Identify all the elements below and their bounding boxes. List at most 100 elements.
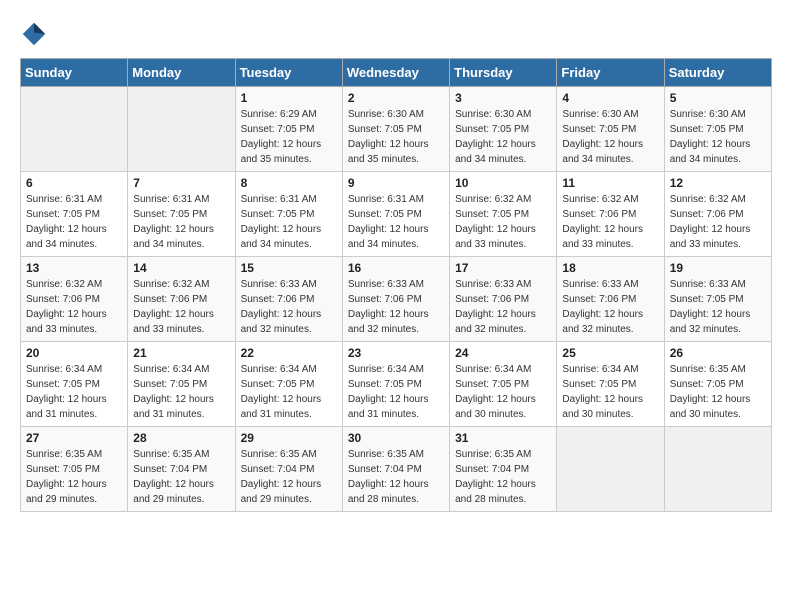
day-number: 11 [562,176,658,190]
calendar-header-row: SundayMondayTuesdayWednesdayThursdayFrid… [21,59,772,87]
day-number: 21 [133,346,229,360]
day-info: Sunrise: 6:33 AMSunset: 7:06 PMDaylight:… [241,277,337,337]
calendar-week-2: 6Sunrise: 6:31 AMSunset: 7:05 PMDaylight… [21,172,772,257]
day-info: Sunrise: 6:31 AMSunset: 7:05 PMDaylight:… [133,192,229,252]
page-header [20,20,772,48]
day-number: 13 [26,261,122,275]
calendar-cell: 20Sunrise: 6:34 AMSunset: 7:05 PMDayligh… [21,342,128,427]
calendar-cell: 14 Sunrise: 6:32 AMSunset: 7:06 PMDayligh… [128,257,235,342]
calendar-cell: 24 Sunrise: 6:34 AMSunset: 7:05 PMDayligh… [450,342,557,427]
day-number: 8 [241,176,337,190]
calendar-cell: 1 Sunrise: 6:29 AMSunset: 7:05 PMDaylight… [235,87,342,172]
day-info: Sunrise: 6:35 AMSunset: 7:04 PMDaylight:… [133,447,229,507]
day-info: Sunrise: 6:35 AMSunset: 7:04 PMDaylight:… [348,447,444,507]
calendar-cell: 4 Sunrise: 6:30 AMSunset: 7:05 PMDaylight… [557,87,664,172]
calendar-cell: 15 Sunrise: 6:33 AMSunset: 7:06 PMDayligh… [235,257,342,342]
col-header-friday: Friday [557,59,664,87]
day-info: Sunrise: 6:34 AMSunset: 7:05 PMDaylight:… [26,362,122,422]
calendar-cell [664,427,771,512]
day-number: 7 [133,176,229,190]
day-number: 12 [670,176,766,190]
day-info: Sunrise: 6:32 AMSunset: 7:06 PMDaylight:… [562,192,658,252]
day-info: Sunrise: 6:34 AMSunset: 7:05 PMDaylight:… [455,362,551,422]
calendar-cell [128,87,235,172]
calendar-cell: 16 Sunrise: 6:33 AMSunset: 7:06 PMDayligh… [342,257,449,342]
day-info: Sunrise: 6:34 AMSunset: 7:05 PMDaylight:… [348,362,444,422]
day-info: Sunrise: 6:30 AMSunset: 7:05 PMDaylight:… [670,107,766,167]
day-number: 3 [455,91,551,105]
calendar-cell: 30 Sunrise: 6:35 AMSunset: 7:04 PMDayligh… [342,427,449,512]
day-info: Sunrise: 6:30 AMSunset: 7:05 PMDaylight:… [562,107,658,167]
calendar-cell: 2Sunrise: 6:30 AMSunset: 7:05 PMDaylight… [342,87,449,172]
calendar-cell: 7 Sunrise: 6:31 AMSunset: 7:05 PMDaylight… [128,172,235,257]
day-info: Sunrise: 6:34 AMSunset: 7:05 PMDaylight:… [133,362,229,422]
col-header-monday: Monday [128,59,235,87]
day-number: 24 [455,346,551,360]
calendar-cell: 28 Sunrise: 6:35 AMSunset: 7:04 PMDayligh… [128,427,235,512]
day-number: 10 [455,176,551,190]
day-number: 30 [348,431,444,445]
day-info: Sunrise: 6:35 AMSunset: 7:05 PMDaylight:… [26,447,122,507]
day-info: Sunrise: 6:34 AMSunset: 7:05 PMDaylight:… [241,362,337,422]
day-number: 4 [562,91,658,105]
calendar-week-3: 13 Sunrise: 6:32 AMSunset: 7:06 PMDayligh… [21,257,772,342]
col-header-thursday: Thursday [450,59,557,87]
day-info: Sunrise: 6:35 AMSunset: 7:05 PMDaylight:… [670,362,766,422]
calendar-week-4: 20Sunrise: 6:34 AMSunset: 7:05 PMDayligh… [21,342,772,427]
col-header-sunday: Sunday [21,59,128,87]
day-number: 19 [670,261,766,275]
calendar-week-1: 1 Sunrise: 6:29 AMSunset: 7:05 PMDaylight… [21,87,772,172]
day-info: Sunrise: 6:35 AMSunset: 7:04 PMDaylight:… [241,447,337,507]
day-info: Sunrise: 6:29 AMSunset: 7:05 PMDaylight:… [241,107,337,167]
day-number: 22 [241,346,337,360]
calendar-cell: 10 Sunrise: 6:32 AMSunset: 7:05 PMDayligh… [450,172,557,257]
day-info: Sunrise: 6:30 AMSunset: 7:05 PMDaylight:… [455,107,551,167]
calendar-cell: 3 Sunrise: 6:30 AMSunset: 7:05 PMDaylight… [450,87,557,172]
calendar-cell: 21 Sunrise: 6:34 AMSunset: 7:05 PMDayligh… [128,342,235,427]
day-info: Sunrise: 6:33 AMSunset: 7:05 PMDaylight:… [670,277,766,337]
day-number: 15 [241,261,337,275]
calendar-cell [557,427,664,512]
calendar-cell: 11 Sunrise: 6:32 AMSunset: 7:06 PMDayligh… [557,172,664,257]
day-info: Sunrise: 6:32 AMSunset: 7:06 PMDaylight:… [133,277,229,337]
col-header-tuesday: Tuesday [235,59,342,87]
calendar-cell: 22 Sunrise: 6:34 AMSunset: 7:05 PMDayligh… [235,342,342,427]
calendar-cell [21,87,128,172]
day-info: Sunrise: 6:32 AMSunset: 7:05 PMDaylight:… [455,192,551,252]
col-header-wednesday: Wednesday [342,59,449,87]
day-info: Sunrise: 6:33 AMSunset: 7:06 PMDaylight:… [562,277,658,337]
day-number: 5 [670,91,766,105]
day-info: Sunrise: 6:31 AMSunset: 7:05 PMDaylight:… [348,192,444,252]
calendar-cell: 19 Sunrise: 6:33 AMSunset: 7:05 PMDayligh… [664,257,771,342]
day-number: 28 [133,431,229,445]
day-info: Sunrise: 6:34 AMSunset: 7:05 PMDaylight:… [562,362,658,422]
calendar-week-5: 27Sunrise: 6:35 AMSunset: 7:05 PMDayligh… [21,427,772,512]
day-info: Sunrise: 6:31 AMSunset: 7:05 PMDaylight:… [26,192,122,252]
day-number: 31 [455,431,551,445]
calendar-cell: 18 Sunrise: 6:33 AMSunset: 7:06 PMDayligh… [557,257,664,342]
calendar-cell: 31 Sunrise: 6:35 AMSunset: 7:04 PMDayligh… [450,427,557,512]
day-info: Sunrise: 6:35 AMSunset: 7:04 PMDaylight:… [455,447,551,507]
day-number: 16 [348,261,444,275]
col-header-saturday: Saturday [664,59,771,87]
calendar-table: SundayMondayTuesdayWednesdayThursdayFrid… [20,58,772,512]
calendar-cell: 5 Sunrise: 6:30 AMSunset: 7:05 PMDaylight… [664,87,771,172]
calendar-cell: 13Sunrise: 6:32 AMSunset: 7:06 PMDayligh… [21,257,128,342]
calendar-cell: 6Sunrise: 6:31 AMSunset: 7:05 PMDaylight… [21,172,128,257]
calendar-cell: 25 Sunrise: 6:34 AMSunset: 7:05 PMDayligh… [557,342,664,427]
day-number: 17 [455,261,551,275]
calendar-cell: 12Sunrise: 6:32 AMSunset: 7:06 PMDayligh… [664,172,771,257]
day-number: 25 [562,346,658,360]
calendar-cell: 23 Sunrise: 6:34 AMSunset: 7:05 PMDayligh… [342,342,449,427]
day-number: 1 [241,91,337,105]
day-info: Sunrise: 6:33 AMSunset: 7:06 PMDaylight:… [348,277,444,337]
calendar-cell: 27Sunrise: 6:35 AMSunset: 7:05 PMDayligh… [21,427,128,512]
logo-icon [20,20,48,48]
day-number: 29 [241,431,337,445]
day-number: 2 [348,91,444,105]
day-number: 14 [133,261,229,275]
calendar-cell: 9Sunrise: 6:31 AMSunset: 7:05 PMDaylight… [342,172,449,257]
day-number: 23 [348,346,444,360]
day-number: 26 [670,346,766,360]
day-number: 18 [562,261,658,275]
